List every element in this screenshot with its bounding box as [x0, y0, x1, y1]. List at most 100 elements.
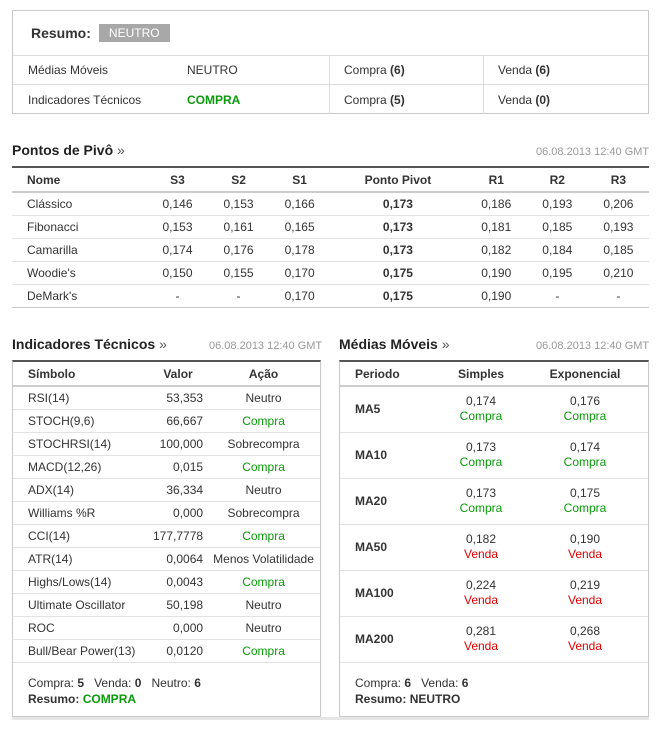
- pivot-cell: 0,174: [146, 238, 209, 262]
- tech-action: Neutro: [207, 616, 320, 640]
- pivot-cell: 0,182: [465, 238, 527, 262]
- pivot-cell: -: [616, 288, 621, 303]
- ma-simple-action: Venda: [463, 547, 499, 561]
- tech-action: Compra: [207, 524, 320, 548]
- pivot-cell: 0,184: [526, 238, 588, 262]
- pivot-cell: 0,186: [465, 192, 527, 216]
- pivot-row: Camarilla 0,174 0,176 0,178 0,173 0,182 0,184 0…: [12, 238, 649, 262]
- summary-badge: NEUTRO: [98, 24, 170, 42]
- bottom-divider: [12, 717, 649, 720]
- tech-summary-signal: COMPRA: [82, 691, 137, 706]
- tech-value: 0,015: [153, 455, 208, 479]
- pivot-cell: 0,170: [284, 288, 315, 303]
- tech-buy-count: 5: [77, 675, 85, 690]
- tech-value: 0,0064: [153, 547, 208, 571]
- pivot-date: 06.08.2013 12:40 GMT: [536, 146, 650, 158]
- tech-row: STOCHRSI(14) 100,000 Sobrecompra: [13, 432, 320, 456]
- ma-exp-action: Venda: [567, 639, 603, 653]
- tech-title-link[interactable]: Indicadores Técnicos »: [12, 336, 167, 352]
- pivot-cell: 0,175: [330, 261, 466, 285]
- ma-row: MA5 0,174 Compra 0,176 Compra: [340, 386, 648, 433]
- ma-simple: 0,281 Venda: [440, 616, 523, 663]
- ma-date: 06.08.2013 12:40 GMT: [536, 340, 650, 352]
- ma-summary-signal: NEUTRO: [409, 691, 461, 706]
- tech-action: Sobrecompra: [207, 432, 320, 456]
- ma-exp-value: 0,219: [569, 578, 601, 592]
- pivot-cell: 0,193: [526, 192, 588, 216]
- ma-exp-value: 0,176: [569, 394, 601, 409]
- ma-sell-count: 6: [461, 675, 469, 690]
- pivot-cell: 0,190: [481, 288, 512, 303]
- ma-simple-value: 0,182: [465, 532, 497, 546]
- pivot-cell: 0,178: [269, 238, 331, 262]
- ma-period: MA200: [340, 616, 440, 663]
- tech-row: STOCH(9,6) 66,667 Compra: [13, 409, 320, 433]
- pivot-row-name: DeMark's: [27, 288, 78, 303]
- ma-exp-value: 0,174: [569, 440, 601, 454]
- pivot-cell: -: [175, 288, 180, 303]
- tech-header-value: Valor: [153, 362, 208, 387]
- pivot-cell: 0,185: [526, 215, 588, 239]
- tech-action: Sobrecompra: [207, 501, 320, 525]
- pivot-cell: 0,206: [587, 192, 649, 216]
- pivot-title-link[interactable]: Pontos de Pivô »: [12, 142, 125, 158]
- tech-value: 50,198: [153, 593, 208, 617]
- summary-row-technical-indicators: Indicadores Técnicos COMPRA Compra (5) V…: [13, 85, 648, 114]
- tech-value: 36,334: [153, 478, 208, 502]
- pivot-cell: 0,195: [526, 261, 588, 285]
- tech-row: ROC 0,000 Neutro: [13, 616, 320, 640]
- summary-row-moving-averages: Médias Móveis NEUTRO Compra (6) Venda (6…: [13, 56, 648, 85]
- pivot-cell: 0,176: [208, 238, 270, 262]
- ma-exponential: 0,190 Venda: [522, 524, 648, 571]
- tech-symbol: STOCHRSI(14): [13, 432, 153, 456]
- tech-symbol: Highs/Lows(14): [13, 570, 153, 594]
- summary-row-signal: NEUTRO: [173, 56, 330, 84]
- ma-row: MA100 0,224 Venda 0,219 Venda: [340, 570, 648, 617]
- ma-row: MA200 0,281 Venda 0,268 Venda: [340, 616, 648, 663]
- pivot-cell: 0,150: [146, 261, 209, 285]
- summary-row-signal: COMPRA: [173, 85, 330, 114]
- tech-row: MACD(12,26) 0,015 Compra: [13, 455, 320, 479]
- ma-period: MA5: [340, 386, 440, 433]
- pivot-cell: 0,153: [208, 192, 270, 216]
- tech-action: Compra: [207, 409, 320, 433]
- pivot-row: DeMark's - - 0,170 0,175 0,190 - -: [12, 284, 649, 307]
- chevron-right-icon: »: [441, 336, 450, 352]
- pivot-cell: -: [236, 288, 241, 303]
- chevron-right-icon: »: [117, 142, 125, 158]
- chevron-right-icon: »: [159, 336, 167, 352]
- pivot-row-name: Woodie's: [12, 261, 147, 285]
- tech-row: Bull/Bear Power(13) 0,0120 Compra: [13, 639, 320, 663]
- tech-action: Neutro: [207, 386, 320, 410]
- tech-action: Neutro: [207, 478, 320, 502]
- tech-symbol: ATR(14): [13, 547, 153, 571]
- ma-simple-action: Compra: [459, 455, 503, 469]
- tech-table: Símbolo Valor Ação RSI(14) 53,353 Neutro ST…: [13, 362, 320, 663]
- ma-simple-value: 0,281: [465, 624, 497, 638]
- tech-header-action: Ação: [207, 362, 320, 387]
- ma-simple-value: 0,173: [465, 486, 497, 500]
- ma-title-link[interactable]: Médias Móveis »: [339, 336, 450, 352]
- ma-title: Médias Móveis: [339, 336, 438, 352]
- tech-symbol: MACD(12,26): [13, 455, 153, 479]
- pivot-cell: 0,175: [382, 288, 413, 303]
- ma-period: MA10: [340, 432, 440, 479]
- ma-simple: 0,224 Venda: [440, 570, 523, 617]
- ma-simple-action: Compra: [459, 409, 503, 424]
- tech-symbol: STOCH(9,6): [13, 409, 153, 433]
- ma-table: Periodo Simples Exponencial MA5 0,174 Comp…: [340, 362, 648, 663]
- tech-symbol: ADX(14): [13, 478, 153, 502]
- tech-neutral-count: 6: [194, 675, 201, 690]
- tech-row: Williams %R 0,000 Sobrecompra: [13, 501, 320, 525]
- tech-row: Highs/Lows(14) 0,0043 Compra: [13, 570, 320, 594]
- pivot-header-cell: Ponto Pivot: [330, 168, 466, 193]
- pivot-cell: 0,153: [146, 215, 209, 239]
- tech-value: 0,000: [153, 616, 208, 640]
- tech-symbol: RSI(14): [13, 386, 153, 410]
- tech-table-box: Símbolo Valor Ação RSI(14) 53,353 Neutro ST…: [12, 360, 321, 717]
- pivot-cell: 0,166: [269, 192, 331, 216]
- pivot-header-cell: R3: [587, 168, 649, 193]
- pivot-cell: 0,193: [587, 215, 649, 239]
- tech-symbol: Bull/Bear Power(13): [13, 639, 153, 663]
- tech-value: 0,000: [153, 501, 208, 525]
